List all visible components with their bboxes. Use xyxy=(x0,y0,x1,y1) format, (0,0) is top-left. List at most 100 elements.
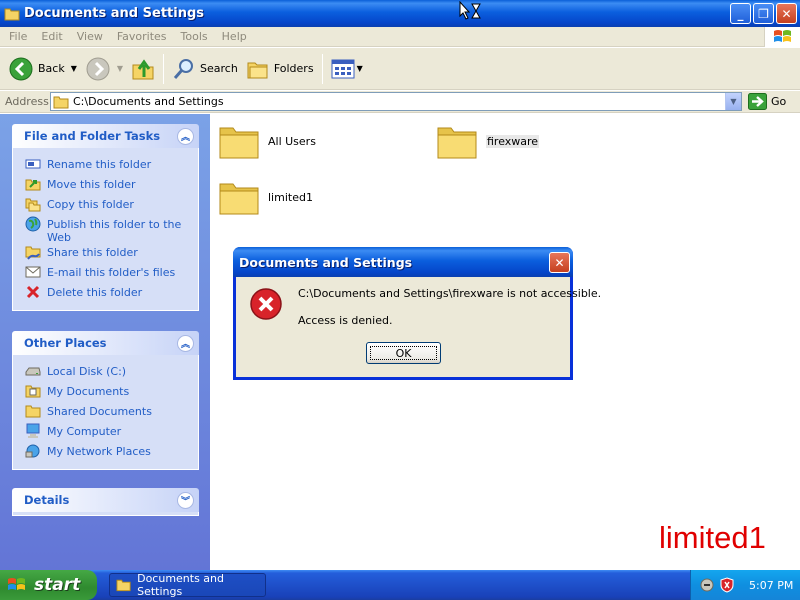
address-bar: Address C:\Documents and Settings ▼ Go xyxy=(0,91,800,113)
clock: 5:07 PM xyxy=(749,578,794,592)
start-button[interactable]: start xyxy=(0,570,97,600)
folders-icon xyxy=(247,62,268,78)
task-label: Delete this folder xyxy=(47,286,143,299)
task-label: Rename this folder xyxy=(47,158,152,171)
place-label: My Computer xyxy=(47,425,122,438)
views-button[interactable]: ▼ xyxy=(327,53,367,85)
back-label: Back xyxy=(38,62,65,75)
other-places-panel: Other Places ︽ Local Disk (C:) My Docume… xyxy=(12,331,199,470)
error-dialog: Documents and Settings ✕ C:\Documents an… xyxy=(233,247,601,380)
address-input[interactable]: C:\Documents and Settings ▼ xyxy=(50,92,742,111)
panel-header[interactable]: Details ︾ xyxy=(12,488,199,512)
panel-title: File and Folder Tasks xyxy=(24,129,161,143)
maximize-button[interactable]: ❐ xyxy=(753,3,774,24)
task-delete-folder[interactable]: Delete this folder xyxy=(25,284,198,304)
start-label: start xyxy=(34,575,81,595)
place-my-network-places[interactable]: My Network Places xyxy=(25,443,198,463)
panel-title: Details xyxy=(24,493,70,507)
toolbar: Back ▼ ▼ Search Folders ▼ xyxy=(0,48,800,90)
dialog-close-button[interactable]: ✕ xyxy=(549,252,570,273)
watermark-label: limited1 xyxy=(659,520,766,555)
task-label: Copy this folder xyxy=(47,198,134,211)
shared-folder-icon xyxy=(25,403,41,419)
menu-bar: File Edit View Favorites Tools Help xyxy=(0,27,800,47)
chevron-down-icon[interactable]: ▼ xyxy=(725,93,741,110)
back-button[interactable]: Back ▼ xyxy=(4,53,81,85)
folder-item[interactable]: limited1 xyxy=(218,178,313,216)
place-shared-documents[interactable]: Shared Documents xyxy=(25,403,198,423)
task-label: E-mail this folder's files xyxy=(47,266,176,279)
folder-icon xyxy=(4,8,20,20)
task-move-folder[interactable]: Move this folder xyxy=(25,176,198,196)
folders-button[interactable]: Folders xyxy=(242,53,318,85)
ok-button[interactable]: OK xyxy=(366,342,441,364)
folder-name: limited1 xyxy=(268,190,313,204)
task-email-files[interactable]: E-mail this folder's files xyxy=(25,264,198,284)
dialog-message: C:\Documents and Settings\firexware is n… xyxy=(298,287,602,300)
panel-header[interactable]: Other Places ︽ xyxy=(12,331,199,355)
globe-icon xyxy=(25,216,41,232)
close-button[interactable]: ✕ xyxy=(776,3,797,24)
taskbar-window-button[interactable]: Documents and Settings xyxy=(109,572,266,598)
panel-header[interactable]: File and Folder Tasks ︽ xyxy=(12,124,199,148)
task-publish-folder[interactable]: Publish this folder to the Web xyxy=(25,216,198,244)
dialog-title-bar[interactable]: Documents and Settings ✕ xyxy=(233,247,573,277)
taskbar: start Documents and Settings 5:07 PM xyxy=(0,570,800,600)
menu-help[interactable]: Help xyxy=(215,30,254,43)
go-label: Go xyxy=(771,95,787,108)
place-label: Local Disk (C:) xyxy=(47,365,127,378)
collapse-icon[interactable]: ︽ xyxy=(177,127,194,145)
menu-view[interactable]: View xyxy=(70,30,110,43)
up-folder-button[interactable] xyxy=(127,53,159,85)
folder-item[interactable]: All Users xyxy=(218,122,316,160)
documents-folder-icon xyxy=(25,383,41,399)
chevron-down-icon[interactable]: ▼ xyxy=(71,64,77,73)
task-label: Move this folder xyxy=(47,178,136,191)
address-value: C:\Documents and Settings xyxy=(73,95,224,108)
search-button[interactable]: Search xyxy=(168,53,242,85)
menu-tools[interactable]: Tools xyxy=(174,30,215,43)
forward-arrow-icon xyxy=(86,57,110,80)
place-my-documents[interactable]: My Documents xyxy=(25,383,198,403)
menu-favorites[interactable]: Favorites xyxy=(110,30,174,43)
folder-name: All Users xyxy=(268,134,316,148)
up-folder-icon xyxy=(132,58,154,79)
task-label: Publish this folder to the Web xyxy=(47,218,182,244)
folder-name: firexware xyxy=(486,134,540,148)
task-rename-folder[interactable]: Rename this folder xyxy=(25,156,198,176)
window-title-bar[interactable]: Documents and Settings _ ❐ ✕ xyxy=(0,0,800,27)
folders-label: Folders xyxy=(273,62,314,75)
place-local-disk[interactable]: Local Disk (C:) xyxy=(25,363,198,383)
panel-title: Other Places xyxy=(24,336,107,350)
place-my-computer[interactable]: My Computer xyxy=(25,423,198,443)
move-icon xyxy=(25,176,41,192)
window-title: Documents and Settings xyxy=(24,6,205,21)
file-folder-tasks-panel: File and Folder Tasks ︽ Rename this fold… xyxy=(12,124,199,311)
network-tray-icon[interactable] xyxy=(699,577,715,593)
busy-cursor-icon xyxy=(459,1,481,20)
task-copy-folder[interactable]: Copy this folder xyxy=(25,196,198,216)
dialog-title: Documents and Settings xyxy=(239,254,413,270)
collapse-icon[interactable]: ︽ xyxy=(177,334,194,352)
chevron-down-icon[interactable]: ▼ xyxy=(357,64,363,73)
rename-icon xyxy=(25,156,41,172)
folder-icon xyxy=(116,579,131,592)
security-shield-icon[interactable] xyxy=(719,577,735,593)
expand-icon[interactable]: ︾ xyxy=(177,491,194,509)
address-label: Address xyxy=(5,95,49,108)
share-icon xyxy=(25,244,41,260)
computer-icon xyxy=(25,423,41,439)
minimize-button[interactable]: _ xyxy=(730,3,751,24)
chevron-down-icon[interactable]: ▼ xyxy=(117,64,123,73)
task-label: Share this folder xyxy=(47,246,138,259)
folder-item[interactable]: firexware xyxy=(436,122,540,160)
details-panel: Details ︾ xyxy=(12,488,199,516)
email-icon xyxy=(25,264,41,280)
menu-edit[interactable]: Edit xyxy=(34,30,69,43)
views-icon xyxy=(331,59,355,78)
task-share-folder[interactable]: Share this folder xyxy=(25,244,198,264)
menu-file[interactable]: File xyxy=(2,30,34,43)
toolbar-separator xyxy=(321,53,323,84)
forward-button[interactable]: ▼ xyxy=(81,53,127,85)
go-button[interactable]: Go xyxy=(748,93,786,110)
